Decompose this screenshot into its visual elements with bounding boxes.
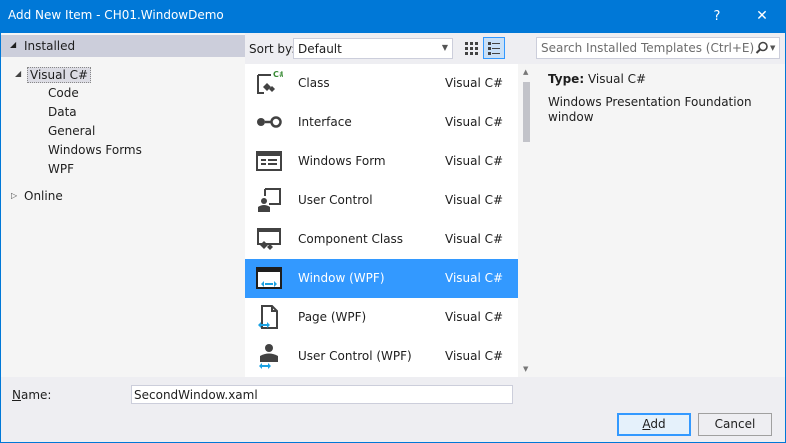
collapsed-arrow-icon: ▷ [11, 191, 18, 200]
template-item-component-class[interactable]: Component Class Visual C# [245, 220, 518, 259]
add-button[interactable]: Add [617, 413, 691, 436]
tree-item-data[interactable]: Data [1, 103, 245, 122]
collapse-arrow-icon: ◢ [10, 40, 17, 49]
scroll-down-arrow-icon[interactable]: ▼ [523, 365, 528, 373]
tree-item-label: Online [24, 189, 63, 203]
medium-icons-view-button[interactable] [483, 37, 505, 59]
template-name: User Control [298, 193, 373, 207]
scroll-thumb[interactable] [523, 82, 530, 142]
template-list-scrollbar[interactable]: ▲ ▼ [518, 64, 535, 377]
template-language: Visual C# [445, 193, 504, 207]
search-placeholder: Search Installed Templates (Ctrl+E) [541, 41, 755, 55]
list-view-icon [488, 42, 500, 55]
template-item-window-wpf[interactable]: Window (WPF) Visual C# [245, 259, 518, 298]
grid-view-icon [465, 42, 478, 55]
template-item-windows-form[interactable]: Windows Form Visual C# [245, 142, 518, 181]
template-description: Windows Presentation Foundation window [548, 95, 752, 124]
template-name: Component Class [298, 232, 404, 246]
template-language: Visual C# [445, 154, 504, 168]
close-button[interactable]: ✕ [745, 0, 779, 33]
tree-item-windows-forms[interactable]: Windows Forms [1, 141, 245, 160]
template-item-user-control[interactable]: User Control Visual C# [245, 181, 518, 220]
type-value: Visual C# [587, 72, 647, 86]
installed-header[interactable]: ◢ Installed [1, 35, 245, 57]
template-item-class[interactable]: C# Class Visual C# [245, 64, 518, 103]
interface-icon [257, 116, 282, 128]
template-list: C# Class Visual C# Interface Visual C# W… [245, 64, 535, 377]
template-language: Visual C# [445, 271, 504, 285]
search-icon[interactable] [755, 41, 769, 55]
tree-item-label: Code [48, 86, 79, 100]
template-item-interface[interactable]: Interface Visual C# [245, 103, 518, 142]
template-language: Visual C# [445, 232, 504, 246]
component-class-icon [257, 228, 281, 250]
template-item-page-wpf[interactable]: Page (WPF) Visual C# [245, 298, 518, 337]
title-bar: Add New Item - CH01.WindowDemo ? ✕ [0, 0, 786, 33]
small-icons-view-button[interactable] [460, 37, 482, 59]
sort-by-value: Default [298, 42, 342, 56]
template-name: Interface [298, 115, 352, 129]
class-icon: C# [257, 70, 283, 94]
window-title: Add New Item - CH01.WindowDemo [8, 8, 224, 22]
type-line: Type: Visual C# [548, 72, 646, 86]
tree-item-visual-csharp[interactable]: ◢ Visual C# [1, 65, 245, 84]
add-label-rest: dd [650, 417, 666, 431]
template-items: C# Class Visual C# Interface Visual C# W… [245, 64, 518, 376]
template-name: Window (WPF) [298, 271, 385, 285]
type-label: Type: [548, 72, 585, 86]
name-label: Name: [12, 388, 51, 402]
template-item-user-control-wpf[interactable]: User Control (WPF) Visual C# [245, 337, 518, 376]
tree-item-wpf[interactable]: WPF [1, 160, 245, 179]
chevron-down-icon: ▼ [441, 43, 448, 52]
tree-item-code[interactable]: Code [1, 84, 245, 103]
template-name: Windows Form [298, 154, 386, 168]
installed-label: Installed [24, 39, 76, 53]
windows-form-icon [256, 151, 282, 171]
help-button[interactable]: ? [700, 0, 734, 33]
sort-by-label: Sort by: [249, 42, 296, 56]
search-box[interactable]: Search Installed Templates (Ctrl+E) ▼ [536, 37, 780, 59]
cancel-button[interactable]: Cancel [698, 413, 772, 436]
category-tree: ◢ Visual C# Code Data General Windows Fo… [1, 65, 245, 206]
details-panel: Type: Visual C# Windows Presentation Fou… [535, 64, 785, 377]
tree-item-label: General [48, 124, 96, 138]
template-language: Visual C# [445, 76, 504, 90]
name-label-rest: ame: [20, 388, 52, 402]
tree-item-label: Windows Forms [48, 143, 142, 157]
svg-text:C#: C# [273, 70, 283, 79]
category-panel: ◢ Installed ◢ Visual C# Code Data Genera… [1, 33, 245, 377]
sort-by-select[interactable]: Default ▼ [293, 38, 453, 59]
tree-item-label: Data [48, 105, 77, 119]
template-language: Visual C# [445, 115, 504, 129]
expanded-arrow-icon: ◢ [15, 69, 22, 78]
template-name: Page (WPF) [298, 310, 367, 324]
user-control-icon [258, 188, 281, 212]
user-control-wpf-icon [259, 344, 278, 369]
window-wpf-icon [256, 267, 282, 289]
template-language: Visual C# [445, 349, 504, 363]
scroll-up-arrow-icon[interactable]: ▲ [523, 68, 528, 76]
template-name: Class [298, 76, 330, 90]
tree-item-label: WPF [48, 162, 75, 176]
tree-item-general[interactable]: General [1, 122, 245, 141]
name-label-accesskey: N [12, 388, 21, 402]
tree-item-label: Visual C# [27, 67, 92, 83]
page-wpf-icon [258, 305, 278, 329]
template-language: Visual C# [445, 310, 504, 324]
template-name: User Control (WPF) [298, 349, 412, 363]
name-input[interactable] [131, 385, 513, 404]
search-options-chevron-icon[interactable]: ▼ [770, 44, 775, 52]
tree-item-online[interactable]: ▷ Online [1, 187, 245, 206]
